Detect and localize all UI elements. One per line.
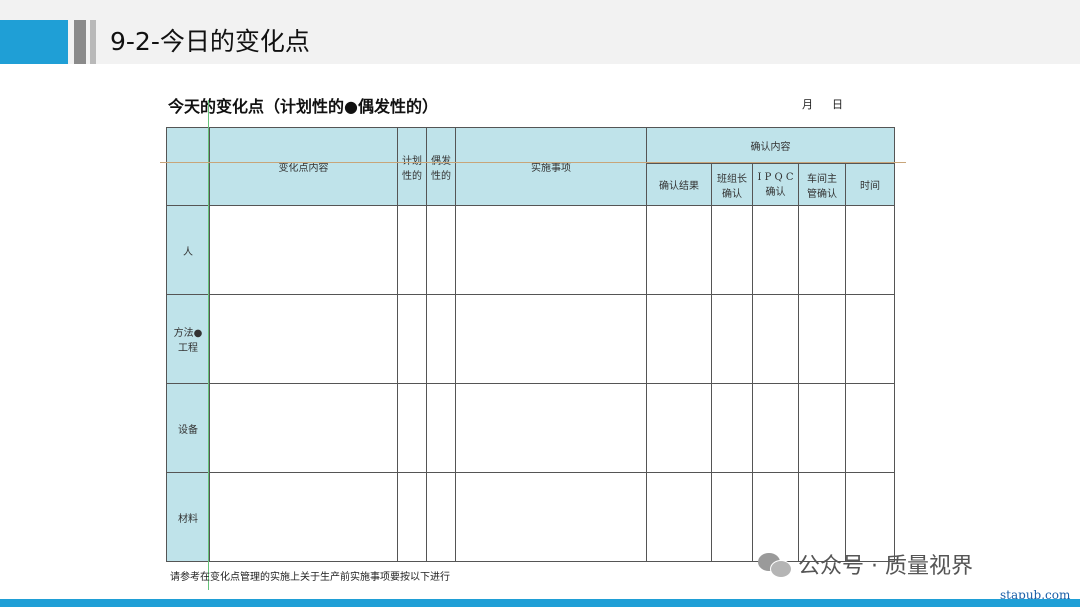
month-label: 月: [802, 98, 813, 111]
cell[interactable]: [426, 472, 456, 562]
header-change-content: 变化点内容: [209, 127, 398, 206]
cell[interactable]: [798, 205, 846, 295]
cell[interactable]: [711, 205, 753, 295]
cell[interactable]: [426, 383, 456, 473]
cell[interactable]: [711, 472, 753, 562]
row-category: 设备: [166, 383, 210, 473]
cell[interactable]: [798, 294, 846, 384]
table-row: 设备: [166, 383, 896, 473]
change-point-form-table: 变化点内容 计划 性的 偶发 性的 实施事项 确认内容 确认结果 班组长 确认 …: [166, 127, 896, 562]
cell[interactable]: [209, 383, 398, 473]
document-footnote: 请参考在变化点管理的实施上关于生产前实施事项要按以下进行: [170, 572, 450, 583]
row-category: 人: [166, 205, 210, 295]
row-category: 方法● 工程: [166, 294, 210, 384]
header-team-leader: 班组长 确认: [711, 163, 753, 206]
table-row: 方法● 工程: [166, 294, 896, 384]
cell[interactable]: [397, 294, 427, 384]
cell[interactable]: [752, 294, 799, 384]
header-accent-light-gray: [90, 20, 96, 64]
cell[interactable]: [844, 205, 896, 295]
header-actions: 实施事项: [455, 127, 647, 206]
cell[interactable]: [455, 205, 647, 295]
cell[interactable]: [844, 383, 896, 473]
header-ipqc: I P Q C 确认: [752, 163, 799, 206]
header-confirm-group: 确认内容: [645, 127, 896, 164]
cell[interactable]: [455, 294, 647, 384]
cell[interactable]: [752, 383, 799, 473]
cell[interactable]: [397, 205, 427, 295]
bottom-accent-band: [0, 599, 1080, 607]
slide-title: 9-2-今日的变化点: [110, 27, 310, 56]
cell[interactable]: [209, 294, 398, 384]
cell[interactable]: [455, 472, 647, 562]
guide-line-vertical: [208, 100, 209, 590]
cell[interactable]: [426, 294, 456, 384]
cell[interactable]: [752, 205, 799, 295]
cell[interactable]: [844, 294, 896, 384]
watermark-text: 公众号 · 质量视界: [798, 554, 973, 579]
header-accidental: 偶发 性的: [426, 127, 456, 206]
cell[interactable]: [455, 383, 647, 473]
day-label: 日: [832, 98, 843, 111]
cell[interactable]: [711, 294, 753, 384]
cell[interactable]: [397, 383, 427, 473]
cell[interactable]: [798, 383, 846, 473]
cell[interactable]: [646, 294, 712, 384]
header-time: 时间: [844, 163, 896, 206]
watermark: 公众号 · 质量视界: [758, 548, 973, 580]
header-workshop-head: 车间主 管确认: [798, 163, 846, 206]
table-row: 人: [166, 205, 896, 295]
header-accent-blue: [0, 20, 68, 64]
cell[interactable]: [209, 205, 398, 295]
header-accent-gray: [74, 20, 86, 64]
cell[interactable]: [426, 205, 456, 295]
header-confirm-result: 确认结果: [646, 163, 712, 206]
header-category-blank: [166, 127, 210, 206]
cell[interactable]: [646, 205, 712, 295]
wechat-icon: [758, 551, 792, 578]
row-category: 材料: [166, 472, 210, 562]
cell[interactable]: [646, 383, 712, 473]
cell[interactable]: [646, 472, 712, 562]
slide-header: 9-2-今日的变化点: [0, 0, 1080, 64]
cell[interactable]: [711, 383, 753, 473]
guide-line-horizontal: [160, 162, 906, 163]
header-planned: 计划 性的: [397, 127, 427, 206]
cell[interactable]: [397, 472, 427, 562]
cell[interactable]: [209, 472, 398, 562]
